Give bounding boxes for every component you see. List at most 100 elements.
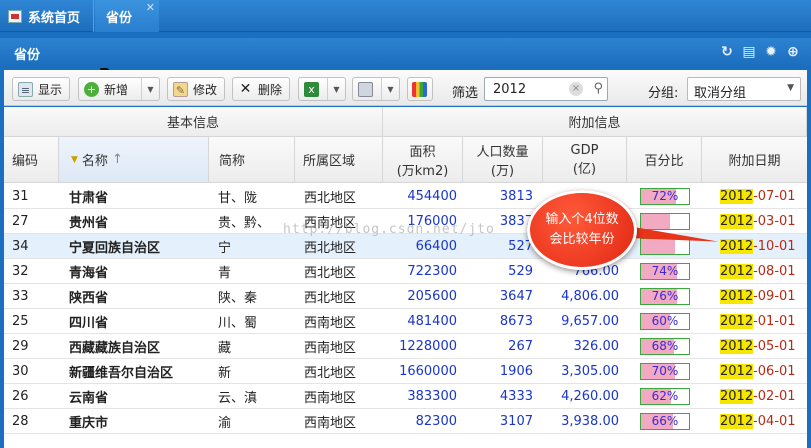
refresh-icon[interactable]: ↻	[719, 44, 735, 60]
cell-abbr: 川、蜀	[218, 316, 258, 331]
percent-bar: 62%	[640, 388, 690, 405]
close-tab-icon[interactable]: ✕	[146, 1, 155, 14]
list-icon: ≡	[18, 81, 33, 97]
col-header-area[interactable]: 面积 (万km2)	[383, 137, 463, 183]
cell-code: 28	[12, 414, 29, 429]
date-year-highlight: 2012	[720, 264, 754, 279]
table-row[interactable]: 29 西藏藏族自治区 藏 西南地区 1228000 267 326.00 68% 2012 -05…	[4, 334, 807, 359]
add-circle-icon[interactable]: ⊕	[785, 44, 801, 60]
table-row[interactable]: 28 重庆市 渝 西南地区 82300 3107 3,938.00 66% 2012 -04-01	[4, 409, 807, 434]
percent-text: 74%	[651, 264, 679, 278]
clear-icon[interactable]: ×	[569, 82, 583, 96]
col-header-abbr[interactable]: 简称	[209, 137, 295, 183]
col-header-percent[interactable]: 百分比	[627, 137, 702, 183]
date-rest: -08-01	[753, 264, 796, 279]
date-rest: -10-01	[753, 239, 796, 254]
cell-pop: 529	[508, 264, 533, 279]
delete-button[interactable]: ✕ 删除	[232, 77, 290, 101]
tab-home[interactable]: 系统首页	[0, 0, 94, 32]
cell-pop: 527	[508, 239, 533, 254]
cell-name: 四川省	[69, 316, 109, 331]
cell-pop: 8673	[499, 314, 533, 329]
search-icon[interactable]: ⚲	[593, 81, 603, 96]
tab-home-label: 系统首页	[28, 10, 81, 26]
group-value: 取消分组	[694, 86, 747, 101]
print-button[interactable]: ▼	[352, 77, 400, 101]
date-rest: -03-01	[753, 214, 796, 229]
edit-button[interactable]: ✎ 修改	[167, 77, 225, 101]
cell-area: 1228000	[399, 339, 457, 354]
cell-area: 205600	[407, 289, 457, 304]
chevron-down-icon[interactable]: ▼	[381, 78, 399, 100]
cell-date: 2012 -07-01	[720, 184, 796, 209]
chevron-down-icon[interactable]: ▼	[141, 78, 159, 100]
cell-name: 陕西省	[69, 291, 109, 306]
date-year-highlight: 2012	[720, 339, 754, 354]
group-select[interactable]: 取消分组 ▼	[687, 77, 801, 101]
table-row[interactable]: 32 青海省青西北地区 722300 529 766.00 74% 2012 -08-01	[4, 259, 807, 284]
add-button[interactable]: + 新增 ▼	[78, 77, 160, 101]
tab-provinces-label: 省份	[106, 10, 133, 26]
cell-code: 25	[12, 314, 29, 329]
cell-date: 2012 -03-01	[720, 209, 796, 234]
col-header-population[interactable]: 人口数量 (万)	[463, 137, 543, 183]
chart-button[interactable]	[407, 77, 433, 101]
date-rest: -02-01	[753, 389, 796, 404]
col-header-name[interactable]: ▼ 名称 ↑	[59, 137, 209, 183]
cell-region: 西北地区	[304, 191, 357, 206]
date-year-highlight: 2012	[720, 214, 754, 229]
col-header-region[interactable]: 所属区域	[295, 137, 383, 183]
col-header-code[interactable]: 编码	[4, 137, 59, 183]
cell-area: 66400	[415, 239, 457, 254]
cell-gdp: 3,305.00	[561, 364, 619, 379]
cell-pop: 267	[508, 339, 533, 354]
cell-abbr: 甘、陇	[218, 191, 258, 206]
cell-area: 1660000	[399, 364, 457, 379]
cell-code: 26	[12, 389, 29, 404]
percent-text: 76%	[651, 289, 679, 303]
edit-label: 修改	[193, 82, 218, 97]
percent-bar: 76%	[640, 288, 690, 305]
print-icon[interactable]: ▤	[741, 44, 757, 60]
col-header-date[interactable]: 附加日期	[702, 137, 807, 183]
callout-line2: 会比较年份	[549, 232, 615, 247]
cell-pop: 3647	[499, 289, 533, 304]
table-row[interactable]: 30 新疆维吾尔自治区 新 西北地区 1660000 1906 3,305.00 70% 201…	[4, 359, 807, 384]
cell-gdp: 4,260.00	[561, 389, 619, 404]
percent-bar: 66%	[640, 413, 690, 430]
table-row[interactable]: 26 云南省 云、滇 西南地区 383300 4333 4,260.00 62% 2012 -02…	[4, 384, 807, 409]
cell-region: 西北地区	[304, 291, 357, 306]
cell-pop: 3107	[499, 414, 533, 429]
show-button[interactable]: ≡ 显示	[12, 77, 70, 101]
search-input[interactable]: 2012 × ⚲	[484, 77, 608, 101]
group-header-extra: 附加信息	[383, 107, 807, 137]
cell-abbr: 云、滇	[218, 391, 258, 406]
cell-name: 青海省	[69, 266, 109, 281]
cell-region: 西北地区	[304, 241, 357, 256]
chevron-down-icon[interactable]: ▼	[327, 78, 345, 100]
filter-funnel-icon[interactable]: ▼	[71, 155, 78, 165]
tab-provinces[interactable]: 省份 ✕	[95, 0, 159, 32]
cell-code: 34	[12, 239, 29, 254]
table-row[interactable]: 31 甘肃省 甘、陇 西北地区 454400 3813 72% 2012 -07-01	[4, 184, 807, 209]
cell-area: 722300	[407, 264, 457, 279]
callout-line1: 输入个4位数	[545, 212, 619, 227]
group-label: 分组:	[648, 86, 679, 101]
date-year-highlight: 2012	[720, 389, 754, 404]
percent-bar: 70%	[640, 363, 690, 380]
watermark: http://blog.csdn.net/jto	[283, 222, 495, 237]
cell-name: 甘肃省	[69, 191, 109, 206]
col-header-gdp[interactable]: GDP (亿)	[543, 137, 627, 183]
col-header-pop-line1: 人口数量	[476, 144, 529, 160]
delete-x-icon: ✕	[239, 80, 252, 97]
show-label: 显示	[38, 82, 63, 97]
cell-region: 西南地区	[304, 316, 357, 331]
table-row[interactable]: 25 四川省 川、蜀 西南地区 481400 8673 9,657.00 60% 2012 -01…	[4, 309, 807, 334]
gear-icon[interactable]: ✹	[763, 44, 779, 60]
filter-label: 筛选	[452, 86, 479, 101]
table-row[interactable]: 33 陕西省 陕、秦 西北地区 205600 3647 4,806.00 76% 2012 -09…	[4, 284, 807, 309]
cell-area: 383300	[407, 389, 457, 404]
export-excel-button[interactable]: x ▼	[298, 77, 346, 101]
cell-region: 西北地区	[304, 366, 357, 381]
sort-up-icon[interactable]: ↑	[112, 152, 123, 167]
